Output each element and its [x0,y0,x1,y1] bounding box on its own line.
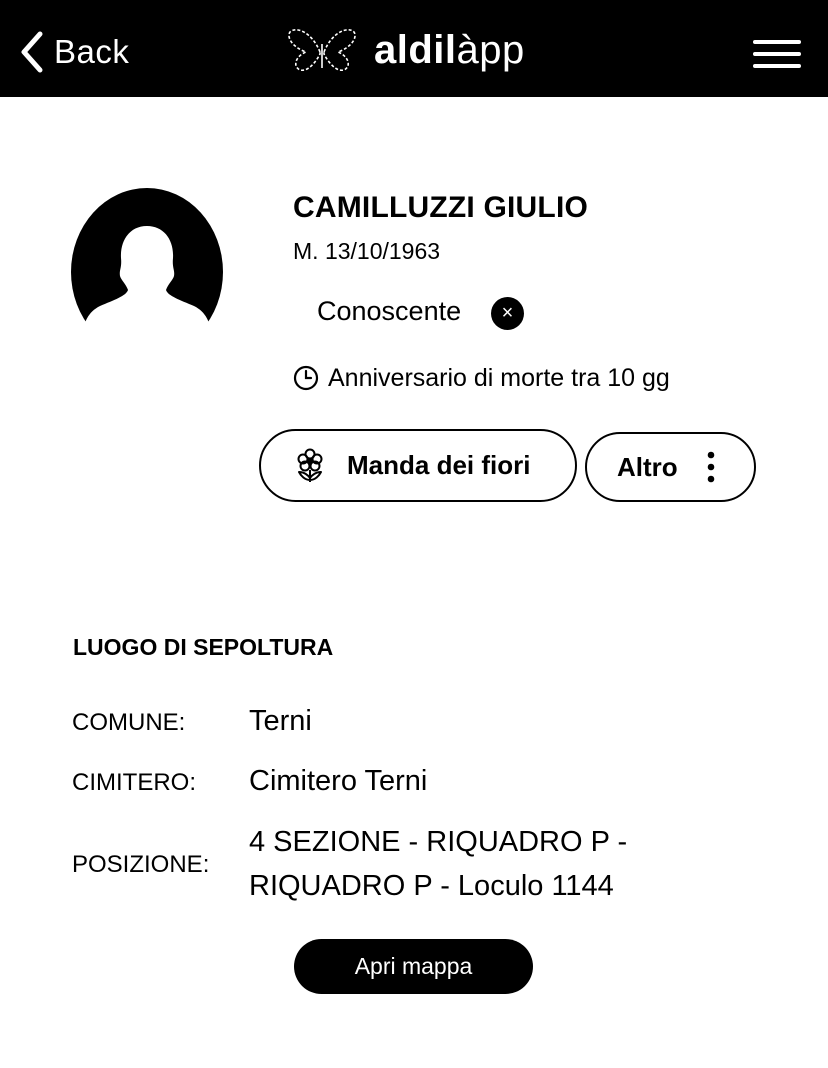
anniversary-text: Anniversario di morte tra 10 gg [328,363,670,392]
more-options-button[interactable]: Altro [585,432,756,502]
logo-text-bold: aldil [374,27,457,72]
posizione-label: POSIZIONE: [72,851,210,878]
menu-button[interactable] [753,38,803,70]
birth-date: M. 13/10/1963 [293,238,441,264]
cimitero-value: Cimitero Terni [249,765,428,797]
cimitero-label: CIMITERO: [72,769,196,796]
open-map-button[interactable]: Apri mappa [294,939,533,994]
chevron-left-icon [21,31,43,73]
logo-text-light: àpp [456,27,525,72]
hamburger-icon-bar [753,52,801,56]
close-icon: × [501,302,514,324]
app-logo: aldilàpp [282,22,525,78]
flower-icon [297,448,323,482]
posizione-value: 4 SEZIONE - RIQUADRO P - RIQUADRO P - Lo… [249,826,628,902]
vertical-dots-icon [707,451,714,483]
top-bar: Back aldilàpp [0,0,828,97]
send-flowers-button[interactable]: Manda dei fiori [259,429,577,502]
burial-section-title: LUOGO DI SEPOLTURA [73,634,334,660]
butterfly-icon [288,28,356,72]
more-options-label: Altro [617,451,678,482]
deceased-name: CAMILLUZZI GIULIO [293,191,589,224]
relation-tag: Conoscente [317,296,462,326]
remove-relation-button[interactable]: × [491,297,524,330]
anniversary-info: Anniversario di morte tra 10 gg [293,362,670,394]
clock-icon [293,365,319,391]
hamburger-icon-bar [753,64,801,68]
logo-text: aldilàpp [374,28,525,73]
back-label: Back [54,33,130,70]
comune-label: COMUNE: [72,709,186,736]
send-flowers-label: Manda dei fiori [347,450,531,480]
back-button[interactable]: Back [18,28,129,76]
comune-value: Terni [249,705,312,737]
hamburger-icon-bar [753,40,801,44]
person-silhouette-icon [71,188,223,336]
